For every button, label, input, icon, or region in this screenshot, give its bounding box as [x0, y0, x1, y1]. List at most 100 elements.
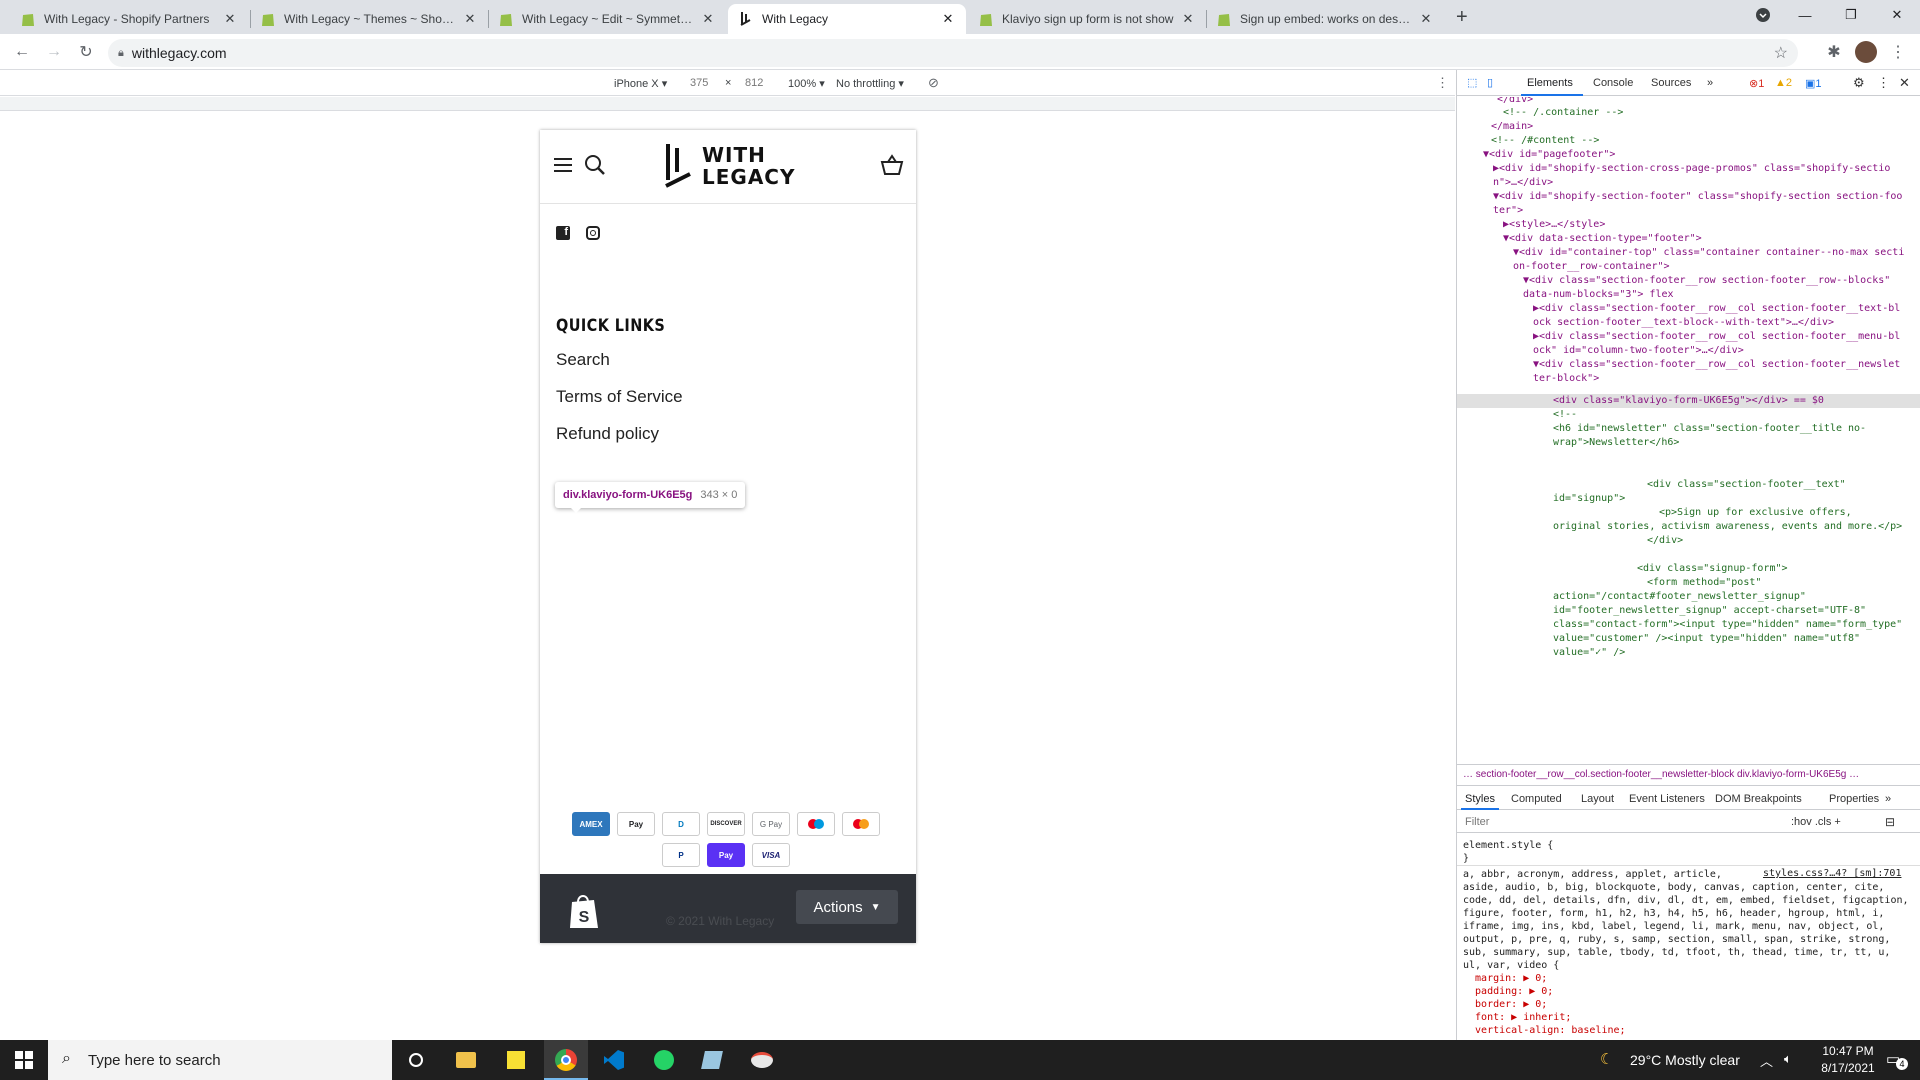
- extensions-icon[interactable]: ✱: [1822, 40, 1846, 64]
- diners-icon: D: [662, 812, 700, 836]
- task-view-icon[interactable]: [404, 1048, 428, 1072]
- tab-search-icon[interactable]: [1740, 0, 1786, 30]
- windows-start-icon[interactable]: [12, 1048, 36, 1072]
- throttling-select[interactable]: No throttling ▾: [836, 77, 904, 90]
- times-label: ×: [725, 77, 732, 89]
- shopify-icon: [260, 11, 276, 27]
- weather-text[interactable]: 29°C Mostly clear: [1630, 1052, 1740, 1068]
- browser-toolbar: ← → ↻ 🔒︎ withlegacy.com ☆ ✱ ⋮: [0, 34, 1920, 70]
- vscode-icon[interactable]: [602, 1048, 626, 1072]
- close-icon[interactable]: ✕: [940, 11, 956, 27]
- close-icon[interactable]: ✕: [700, 11, 716, 27]
- file-explorer-icon[interactable]: [454, 1048, 478, 1072]
- hamburger-menu-icon[interactable]: [554, 158, 572, 172]
- url-text: withlegacy.com: [131, 45, 227, 61]
- device-toggle-icon[interactable]: ▯: [1487, 76, 1493, 89]
- browser-tab[interactable]: Sign up embed: works on deskto ✕: [1206, 4, 1444, 34]
- browser-tab[interactable]: With Legacy ~ Edit ~ Symmetry · ✕: [488, 4, 726, 34]
- minimize-icon[interactable]: —: [1782, 0, 1828, 30]
- whatsapp-icon[interactable]: [652, 1048, 676, 1072]
- dom-breadcrumbs[interactable]: … section-footer__row__col.section-foote…: [1457, 764, 1920, 786]
- browser-tab[interactable]: Klaviyo sign up form is not show ✕: [968, 4, 1206, 34]
- cart-basket-icon[interactable]: [880, 154, 904, 179]
- tab-console[interactable]: Console: [1593, 77, 1633, 89]
- styles-filter-input[interactable]: Filter: [1465, 816, 1489, 828]
- reload-icon[interactable]: ↻: [74, 40, 98, 64]
- selected-node[interactable]: <div class="klaviyo-form-UK6E5g"></div> …: [1553, 394, 1824, 408]
- footer-link-terms[interactable]: Terms of Service: [556, 387, 683, 407]
- device-more-icon[interactable]: ⋮: [1436, 75, 1449, 91]
- styles-filter-tools[interactable]: :hov .cls +: [1791, 816, 1841, 828]
- zoom-select[interactable]: 100% ▾: [788, 77, 825, 90]
- volume-icon[interactable]: 🔈︎: [1784, 1051, 1792, 1067]
- tab-title: With Legacy ~ Themes ~ Shopify: [284, 12, 456, 26]
- footer-link-search[interactable]: Search: [556, 350, 610, 370]
- avatar[interactable]: [1855, 41, 1877, 63]
- maestro-icon: [797, 812, 835, 836]
- facebook-icon[interactable]: f: [556, 226, 570, 240]
- paint-app-icon[interactable]: [750, 1048, 774, 1072]
- browser-tab-active[interactable]: With Legacy ✕: [728, 4, 966, 34]
- bookmark-star-icon[interactable]: ☆: [1774, 43, 1788, 63]
- quick-links-heading: QUICK LINKS: [556, 316, 666, 336]
- width-input[interactable]: 375: [690, 77, 708, 89]
- windows-taskbar: ⌕ Type here to search ☾ 29°C Mostly clea…: [0, 1040, 1920, 1080]
- shopify-icon: [978, 11, 994, 27]
- settings-gear-icon[interactable]: ⚙: [1853, 75, 1865, 91]
- instagram-icon[interactable]: [586, 226, 600, 240]
- tab-properties[interactable]: Properties: [1829, 793, 1879, 805]
- tab-dom-breakpoints[interactable]: DOM Breakpoints: [1715, 793, 1802, 805]
- browser-tab[interactable]: With Legacy - Shopify Partners ✕: [10, 4, 248, 34]
- address-bar[interactable]: 🔒︎ withlegacy.com ☆: [108, 39, 1798, 67]
- devtools-more-icon[interactable]: ⋮: [1877, 75, 1890, 91]
- tab-title: With Legacy - Shopify Partners: [44, 12, 210, 26]
- chrome-taskbar-button[interactable]: [544, 1040, 588, 1080]
- toggle-sidebar-icon[interactable]: ⊟: [1885, 815, 1895, 829]
- close-icon[interactable]: ✕: [1180, 11, 1196, 27]
- clock[interactable]: 10:47 PM 8/17/2021: [1820, 1044, 1876, 1075]
- tab-layout[interactable]: Layout: [1581, 793, 1614, 805]
- height-input[interactable]: 812: [745, 77, 763, 89]
- tab-sources[interactable]: Sources: [1651, 77, 1691, 89]
- notification-center-icon[interactable]: ▭ 4: [1886, 1050, 1908, 1070]
- tab-more-styles[interactable]: »: [1885, 793, 1891, 805]
- devtools-close-icon[interactable]: ✕: [1899, 75, 1910, 91]
- tray-chevron-icon[interactable]: ︿: [1760, 1051, 1773, 1070]
- window-close-icon[interactable]: ✕: [1874, 0, 1920, 30]
- site-logo[interactable]: WITH LEGACY: [664, 142, 794, 192]
- mobile-viewport: WITH LEGACY f QUICK LINKS Search Terms of…: [540, 130, 916, 943]
- forward-arrow-icon[interactable]: →: [42, 40, 66, 64]
- tab-more[interactable]: »: [1707, 77, 1713, 89]
- styles-rules[interactable]: element.style { } a, abbr, acronym, addr…: [1457, 834, 1920, 1040]
- browser-tab[interactable]: With Legacy ~ Themes ~ Shopify ✕: [250, 4, 488, 34]
- sticky-notes-icon[interactable]: [504, 1048, 528, 1072]
- close-icon[interactable]: ✕: [1418, 11, 1434, 27]
- tab-title: With Legacy: [762, 12, 829, 26]
- tab-styles[interactable]: Styles: [1465, 793, 1495, 805]
- more-menu-icon[interactable]: ⋮: [1886, 40, 1910, 64]
- shopify-icon: [498, 11, 514, 27]
- back-arrow-icon[interactable]: ←: [10, 40, 34, 64]
- tab-computed[interactable]: Computed: [1511, 793, 1562, 805]
- tab-event-listeners[interactable]: Event Listeners: [1629, 793, 1705, 805]
- close-icon[interactable]: ✕: [222, 11, 238, 27]
- message-count[interactable]: ▣1: [1805, 77, 1822, 90]
- error-count[interactable]: ⊗1: [1749, 77, 1764, 90]
- elements-tree[interactable]: </div> <!-- /.container --> </main> <!--…: [1457, 97, 1920, 762]
- browser-tab-strip: With Legacy - Shopify Partners ✕ With Le…: [0, 0, 1920, 34]
- actions-button[interactable]: Actions ▼: [796, 890, 898, 924]
- new-tab-button[interactable]: +: [1456, 6, 1468, 29]
- tab-elements[interactable]: Elements: [1527, 77, 1573, 89]
- warning-count[interactable]: ▲2: [1775, 77, 1792, 89]
- restore-icon[interactable]: ❐: [1828, 0, 1874, 30]
- close-icon[interactable]: ✕: [462, 11, 478, 27]
- media-query-ruler[interactable]: [0, 97, 1455, 111]
- device-select[interactable]: iPhone X ▾: [614, 77, 667, 90]
- css-source-link[interactable]: styles.css?…4? [sm]:701: [1763, 868, 1901, 879]
- notepad-app-icon[interactable]: [700, 1048, 724, 1072]
- taskbar-search-box[interactable]: ⌕ Type here to search: [48, 1040, 392, 1080]
- inspect-element-icon[interactable]: ⬚: [1467, 76, 1477, 89]
- search-icon[interactable]: [584, 154, 606, 179]
- footer-link-refund[interactable]: Refund policy: [556, 424, 659, 444]
- rotate-icon[interactable]: ⊘: [928, 75, 939, 91]
